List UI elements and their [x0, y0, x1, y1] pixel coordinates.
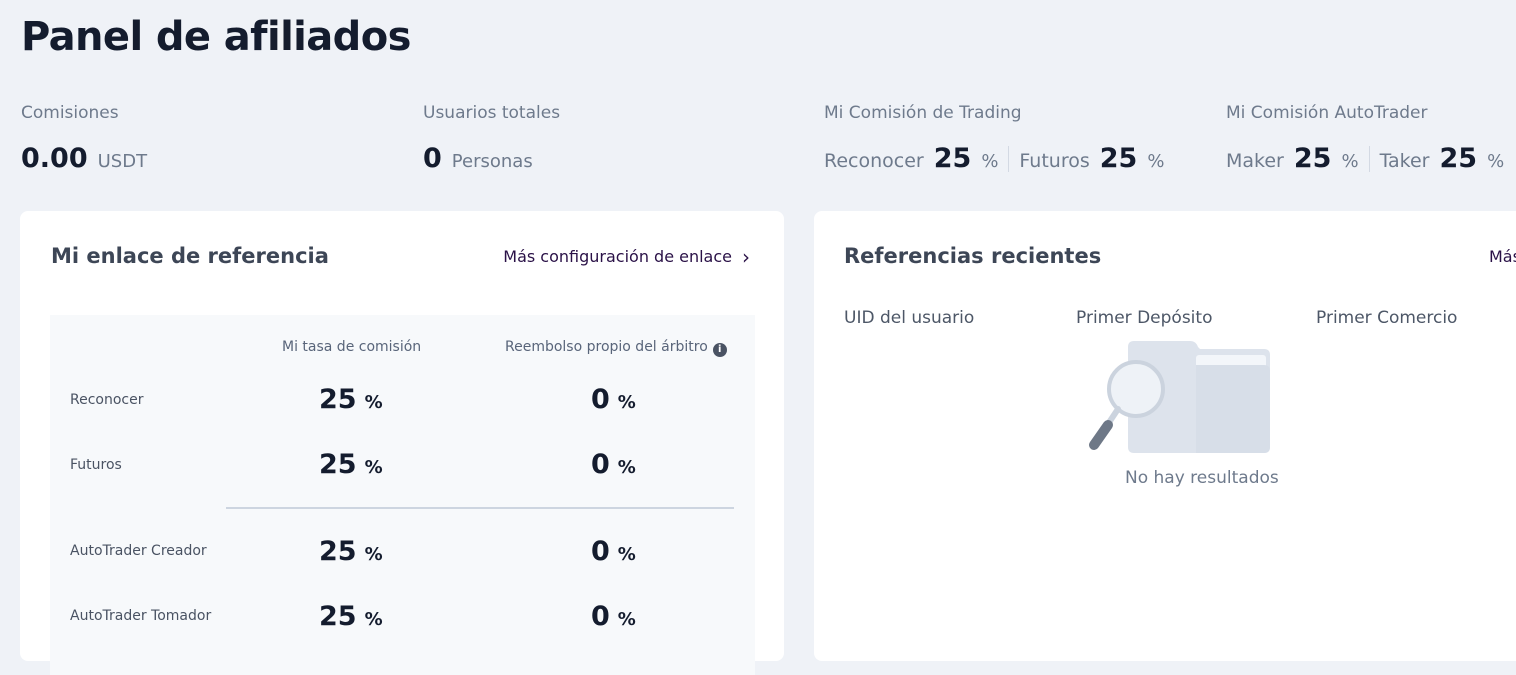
autotrader-taker-unit: %	[1487, 151, 1505, 172]
rebate-value: 0%	[591, 601, 636, 632]
chevron-right-icon: ›	[742, 244, 750, 269]
trading-futures-label: Futuros	[1019, 150, 1090, 172]
stat-autotrader-commission: Mi Comisión AutoTrader Maker 25 % Taker …	[1226, 103, 1504, 174]
rebate-number: 0	[591, 449, 610, 480]
more-link-label: Más configuración de enlace	[503, 247, 732, 266]
rate-number: 25	[319, 384, 357, 415]
percent-unit: %	[617, 544, 636, 565]
column-header-first-trade: Primer Comercio	[1316, 308, 1458, 328]
empty-folder-search-icon	[1086, 339, 1276, 463]
stat-label: Comisiones	[21, 103, 119, 123]
rate-number: 25	[319, 449, 357, 480]
rebate-number: 0	[591, 384, 610, 415]
row-label: Futuros	[70, 457, 122, 473]
rate-number: 25	[319, 601, 357, 632]
column-header-rebate-label: Reembolso propio del árbitro	[505, 339, 708, 355]
recent-referrals-card: Referencias recientes Más UID del usuari…	[814, 211, 1516, 661]
autotrader-taker-label: Taker	[1379, 150, 1430, 172]
page-title: Panel de afiliados	[21, 14, 411, 60]
percent-unit: %	[617, 457, 636, 478]
column-header-rate: Mi tasa de comisión	[282, 339, 422, 355]
autotrader-maker-unit: %	[1341, 151, 1359, 172]
table-divider	[226, 507, 734, 509]
stat-trading-commission: Mi Comisión de Trading Reconocer 25 % Fu…	[824, 103, 1164, 174]
stat-value: 0	[423, 143, 442, 174]
trading-spot-unit: %	[981, 151, 999, 172]
stat-commissions: Comisiones 0.00 USDT	[21, 103, 147, 174]
trading-futures-value: 25	[1099, 143, 1138, 174]
percent-unit: %	[364, 392, 383, 413]
rebate-number: 0	[591, 601, 610, 632]
row-label: AutoTrader Creador	[70, 543, 207, 559]
autotrader-maker-label: Maker	[1226, 150, 1284, 172]
more-link-settings-button[interactable]: Más configuración de enlace ›	[503, 244, 750, 269]
referral-link-title: Mi enlace de referencia	[51, 244, 329, 268]
stat-value: 0.00	[21, 143, 88, 174]
stat-label: Usuarios totales	[423, 103, 561, 123]
more-referrals-link[interactable]: Más	[1489, 247, 1516, 266]
column-header-uid: UID del usuario	[844, 308, 975, 328]
column-header-rebate: Reembolso propio del árbitro i	[505, 339, 727, 357]
percent-unit: %	[364, 457, 383, 478]
stat-unit: USDT	[97, 151, 148, 172]
empty-state-text: No hay resultados	[1125, 468, 1279, 488]
column-header-first-deposit: Primer Depósito	[1076, 308, 1213, 328]
divider	[1008, 145, 1010, 172]
autotrader-taker-value: 25	[1439, 143, 1478, 174]
rebate-value: 0%	[591, 449, 636, 480]
trading-spot-value: 25	[933, 143, 972, 174]
percent-unit: %	[617, 392, 636, 413]
rebate-value: 0%	[591, 536, 636, 567]
stat-total-users: Usuarios totales 0 Personas	[423, 103, 560, 174]
divider	[1368, 145, 1370, 172]
rate-number: 25	[319, 536, 357, 567]
info-icon[interactable]: i	[712, 342, 727, 357]
rate-value: 25%	[319, 536, 383, 567]
trading-futures-unit: %	[1147, 151, 1165, 172]
percent-unit: %	[364, 609, 383, 630]
rebate-value: 0%	[591, 384, 636, 415]
rate-value: 25%	[319, 384, 383, 415]
row-label: AutoTrader Tomador	[70, 608, 212, 624]
autotrader-maker-value: 25	[1293, 143, 1332, 174]
stat-label: Mi Comisión AutoTrader	[1226, 103, 1428, 123]
percent-unit: %	[364, 544, 383, 565]
referral-link-card: Mi enlace de referencia Más configuració…	[20, 211, 784, 675]
recent-referrals-title: Referencias recientes	[844, 244, 1102, 268]
rate-value: 25%	[319, 601, 383, 632]
percent-unit: %	[617, 609, 636, 630]
stat-label: Mi Comisión de Trading	[824, 103, 1022, 123]
stat-unit: Personas	[451, 151, 533, 172]
trading-spot-label: Reconocer	[824, 150, 924, 172]
rebate-number: 0	[591, 536, 610, 567]
row-label: Reconocer	[70, 392, 144, 408]
commission-rate-table: Mi tasa de comisión Reembolso propio del…	[50, 315, 755, 675]
rate-value: 25%	[319, 449, 383, 480]
